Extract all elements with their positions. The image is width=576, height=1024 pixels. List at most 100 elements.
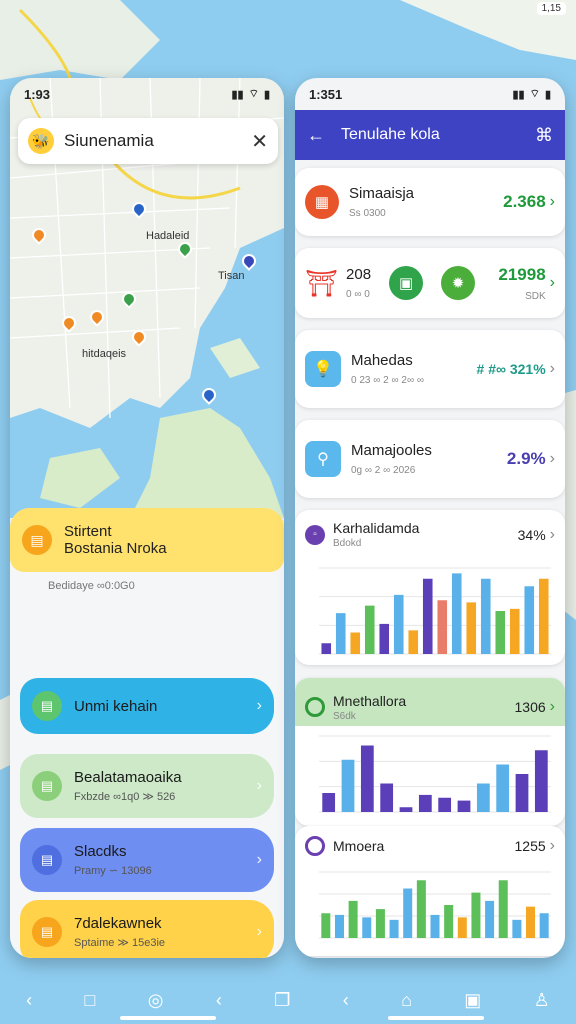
list-item[interactable]: ▤ Slacdks Pramy ∽ 13096 › [20, 828, 274, 892]
chart-value: 1306 [514, 699, 546, 715]
bottom-sheet: ▤ Stirtent Bostania Nroka Bedidaye ∞0:0G… [10, 508, 284, 958]
chart-bar [334, 914, 344, 938]
chart-title: Karhalidamda [333, 520, 420, 536]
place-title: Siunenamia [64, 131, 154, 150]
chart-bar [457, 800, 471, 812]
stat-card[interactable]: ⚲ Mamajooles 0g ∞ 2 ∞ 2026 2.9% › [295, 420, 565, 498]
right-phone-screen: 1:351 ▮▮ ⌔ ▮ ← Tenulahe kola ⌘ ▦ Simaais… [295, 78, 565, 958]
calendar-icon[interactable]: ▣ [464, 990, 481, 1011]
bar-chart [319, 735, 551, 813]
left-phone-screen: 1:93 ▮▮ ⌔ ▮ 🐝 Siunenamia ✕ Hadaleid Tisa… [10, 78, 284, 958]
map-label: hitdaqeis [82, 348, 127, 360]
status-bar: 1:351 ▮▮ ⌔ ▮ [295, 78, 565, 110]
list-item[interactable]: ▤ 7dalekawnek Sptaime ≫ 15e3ie › [20, 900, 274, 958]
sheet-header-line1: Stirtent [64, 523, 112, 540]
chart-bar [335, 613, 346, 654]
back-icon[interactable]: ‹ [26, 990, 32, 1011]
person-icon[interactable]: ♙ [534, 990, 550, 1011]
chart-bar [526, 906, 536, 938]
chart-bar [360, 745, 374, 812]
list-item-subtitle: Pramy ∽ 13096 [74, 865, 152, 877]
menu-action-icon[interactable]: ⌘ [535, 125, 553, 146]
bee-icon: 🐝 [28, 128, 54, 154]
place-header-card[interactable]: 🐝 Siunenamia ✕ [18, 118, 278, 164]
chart-value: 34% [517, 526, 546, 543]
stat-card[interactable]: ▦ Simaaisja Ss 0300 2.368 › [295, 168, 565, 236]
list-item-title: 7dalekawnek [74, 915, 162, 932]
list-item-subtitle: Sptaime ≫ 15e3ie [74, 937, 166, 949]
chevron-right-icon: › [549, 450, 555, 467]
home-icon[interactable]: ⌂ [401, 990, 412, 1011]
home-square-icon[interactable]: □ [85, 990, 96, 1011]
chart-bar [375, 909, 385, 938]
corner-badge: 1,15 [536, 2, 566, 15]
card-subtitle: 0 ∞ 0 [346, 289, 370, 300]
list-item-text: Bealatamaoaika Fxbzde ∞1q0 ≫ 526 [74, 769, 257, 803]
stat-card[interactable]: ⛩ 208 0 ∞ 0 ▣ ✹ 21998 SDK › [295, 248, 565, 318]
back-icon[interactable]: ‹ [343, 990, 349, 1011]
card-subtitle: Ss 0300 [349, 208, 386, 219]
list-item-text: Unmi kehain [74, 698, 257, 715]
list-item-icon: ▤ [32, 771, 62, 801]
chart-bar [444, 905, 454, 938]
list-item[interactable]: ▤ Unmi kehain › [20, 678, 274, 734]
status-icons: ▮▮ ⌔ ▮ [512, 87, 551, 101]
home-indicator[interactable] [388, 1016, 484, 1020]
chart-card[interactable]: ▫ Karhalidamda Bdokd 34% › [295, 510, 565, 665]
chart-bar [451, 573, 462, 654]
sheet-caption: Bedidaye ∞0:0G0 [48, 580, 135, 592]
battery-icon: ▮ [263, 88, 270, 101]
chevron-right-icon: › [256, 851, 262, 868]
chevron-right-icon: › [549, 274, 555, 291]
document-icon: ▤ [22, 525, 52, 555]
card-value: 2.9% [506, 449, 546, 468]
copy-icon[interactable]: ❐ [274, 990, 290, 1011]
chart-bar [538, 578, 549, 654]
close-icon[interactable]: ✕ [251, 129, 268, 154]
chart-subtitle: S6dk [333, 710, 356, 722]
list-item-title: Unmi kehain [74, 697, 158, 715]
chart-bar [524, 586, 535, 654]
camera-icon[interactable]: ◎ [148, 990, 164, 1011]
card-subtitle-2: SDK [525, 290, 546, 302]
battery-icon: ▮ [544, 88, 551, 101]
chevron-right-icon: › [549, 837, 555, 854]
list-item[interactable]: ▤ Bealatamaoaika Fxbzde ∞1q0 ≫ 526 › [20, 754, 274, 818]
chart-bar [403, 888, 413, 938]
chart-bar [379, 623, 390, 654]
list-item-title: Slacdks [74, 843, 127, 860]
card-value: 21998 [498, 264, 546, 284]
chart-bar [422, 578, 433, 654]
chart-bar [380, 783, 394, 812]
chart-bar [350, 632, 361, 654]
home-indicator[interactable] [120, 1016, 216, 1020]
chart-header: Mnethallora S6dk 1306 › [295, 678, 565, 726]
stat-card[interactable]: 💡 Mahedas 0 23 ∞ 2 ∞ 2∞ ∞ # #∞ 321% › [295, 330, 565, 408]
card-title: Mamajooles [351, 442, 432, 459]
chart-bar [408, 630, 419, 654]
back-arrow-icon[interactable]: ← [307, 125, 325, 146]
card-title: Mahedas [351, 352, 413, 369]
card-subtitle: 0 23 ∞ 2 ∞ 2∞ ∞ [351, 375, 424, 386]
status-time: 1:93 [24, 86, 51, 102]
chevron-right-icon: › [549, 525, 555, 543]
chart-bar [399, 807, 413, 812]
chart-bar [362, 917, 372, 938]
chart-card[interactable]: Mnethallora S6dk 1306 › [295, 678, 565, 826]
card-value: 2.368 [503, 192, 546, 211]
chart-bar [485, 900, 495, 938]
sheet-header[interactable]: ▤ Stirtent Bostania Nroka [10, 508, 284, 572]
chart-bar [341, 759, 355, 812]
bulb-icon: 💡 [305, 351, 341, 387]
list-item-text: Slacdks Pramy ∽ 13096 [74, 843, 257, 877]
progress-ring-icon [305, 697, 325, 717]
back-icon[interactable]: ‹ [216, 990, 222, 1011]
gate-icon: ⛩ [305, 267, 339, 298]
status-time: 1:351 [309, 86, 343, 102]
chevron-right-icon: › [549, 698, 555, 715]
chevron-right-icon: › [256, 777, 262, 794]
badge-icon: ✹ [441, 266, 476, 300]
chart-bar [480, 578, 491, 654]
signal-icon: ▮▮ [512, 88, 525, 101]
chart-card[interactable]: Mmoera 1255 › [295, 826, 565, 956]
